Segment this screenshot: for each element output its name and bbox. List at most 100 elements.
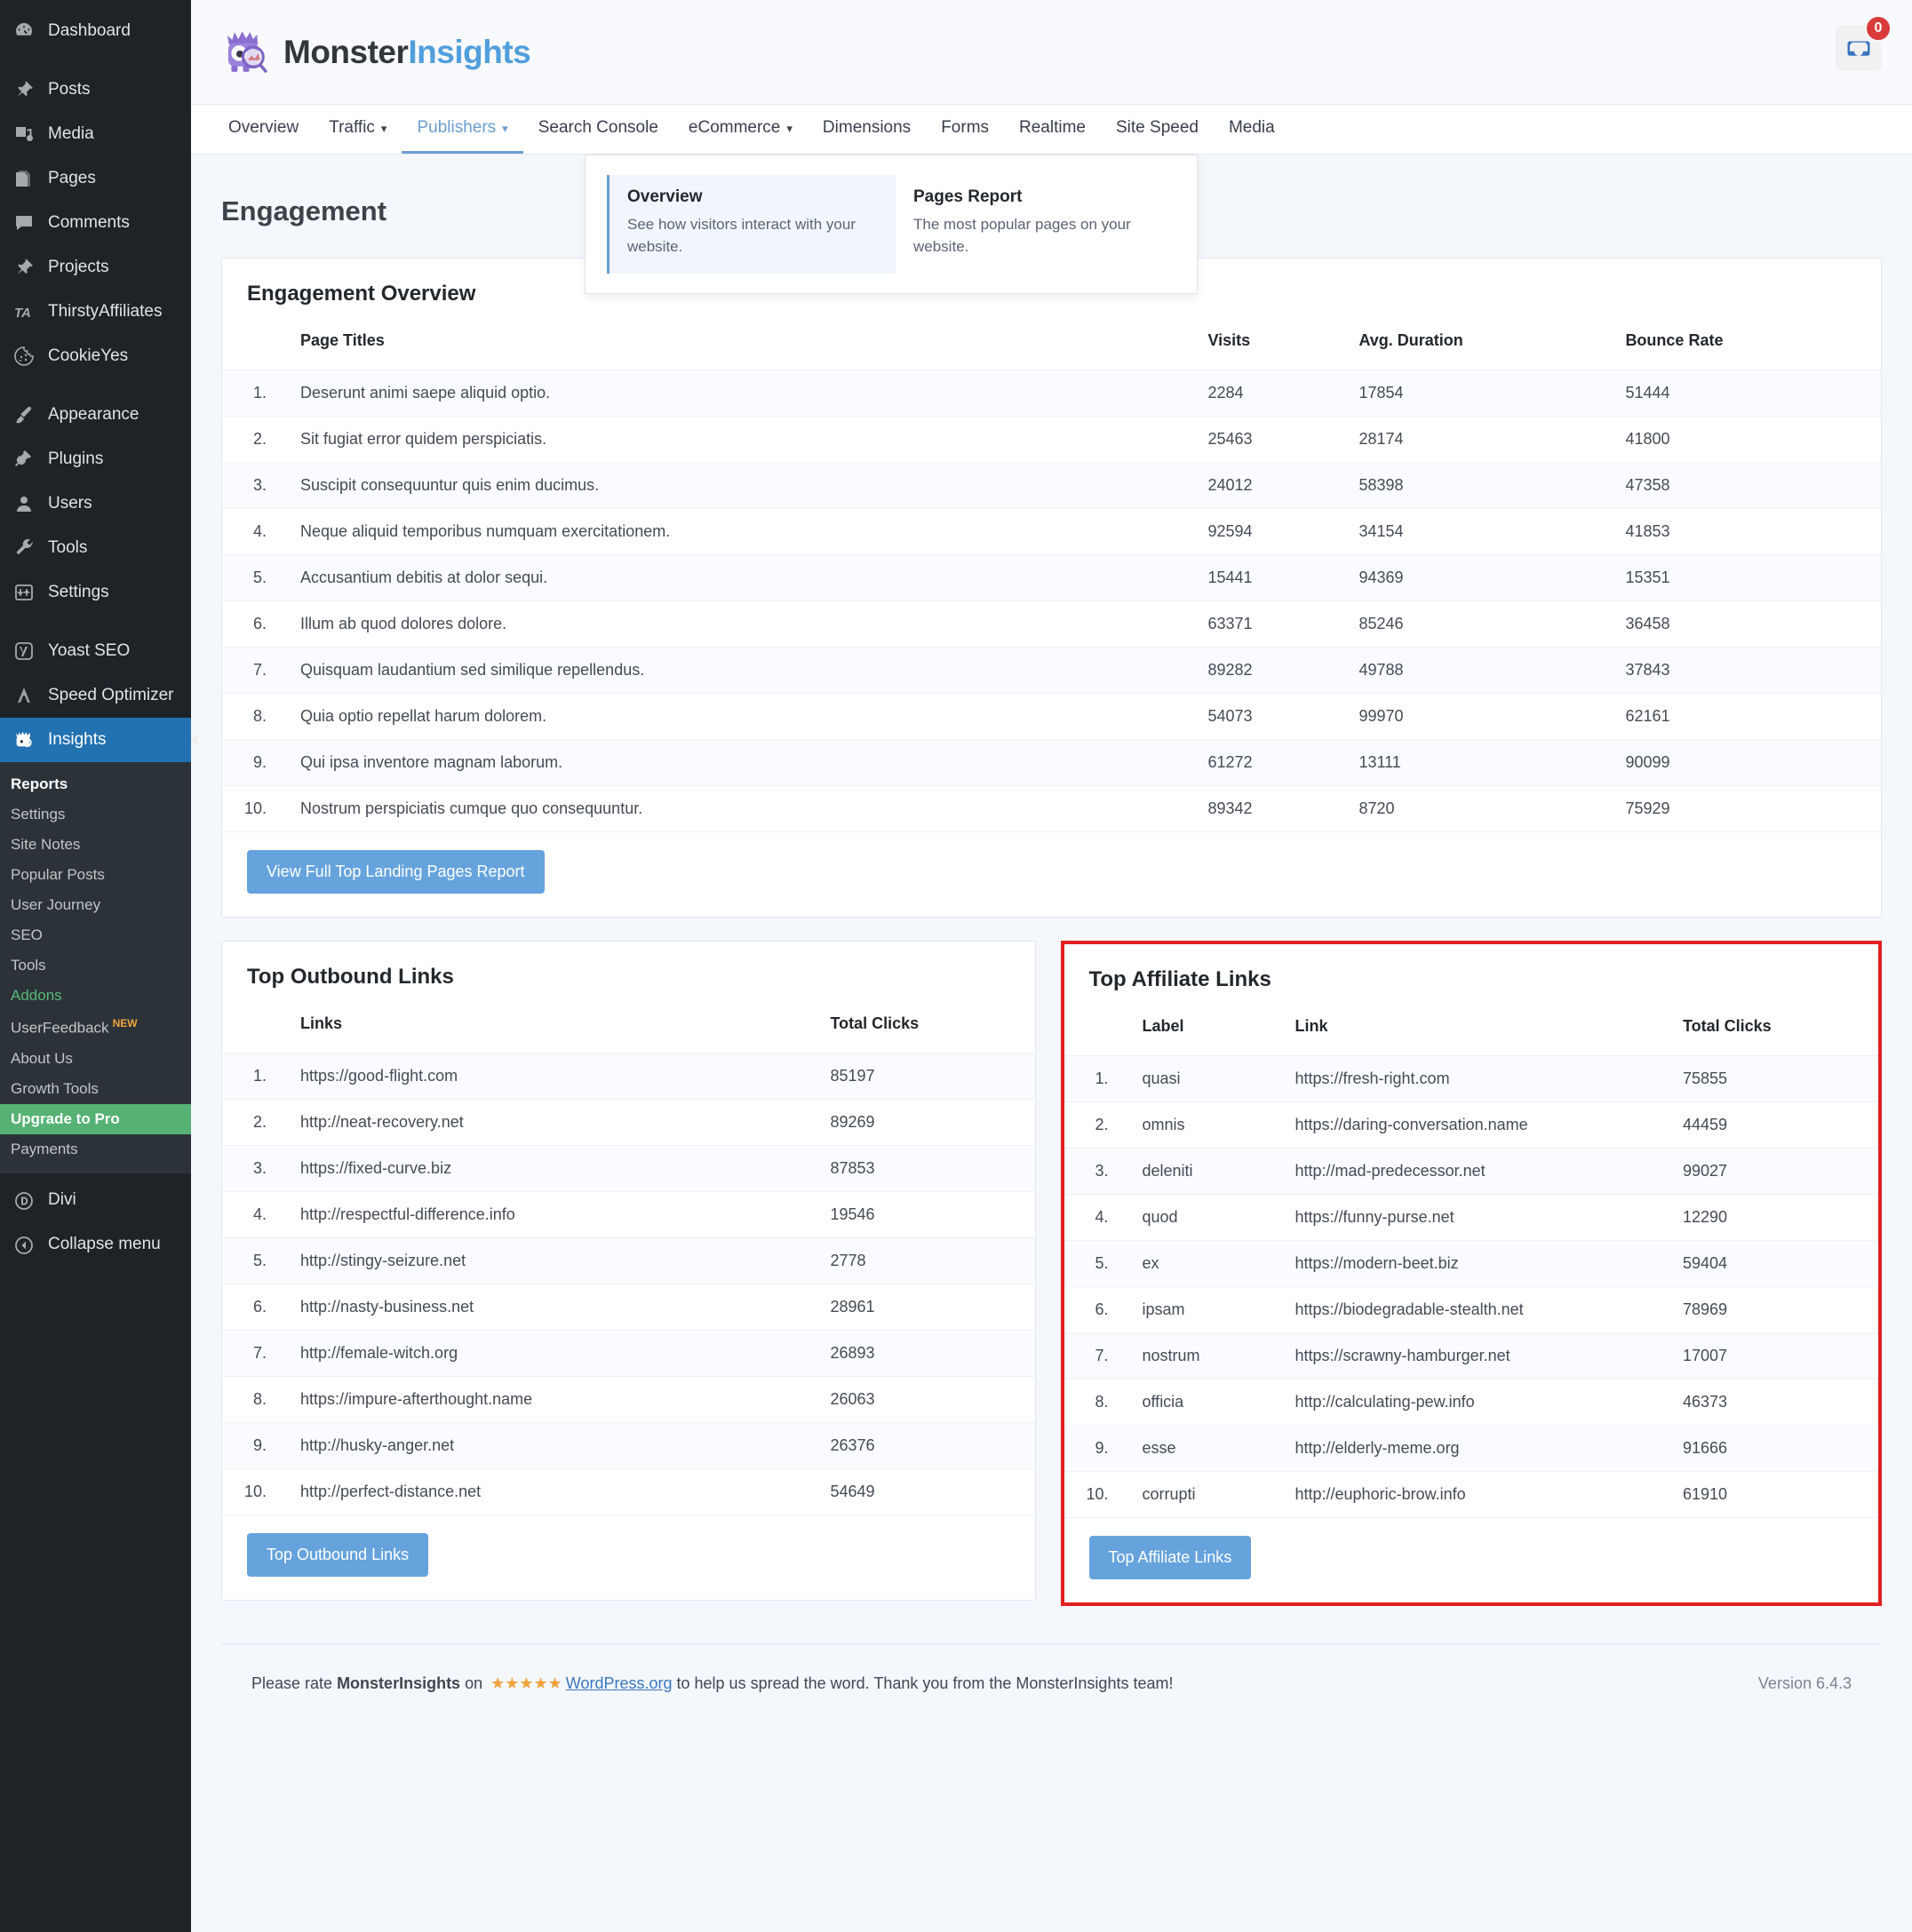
submenu-item-growth-tools[interactable]: Growth Tools (0, 1074, 191, 1104)
brand-first: Monster (283, 33, 409, 70)
tab-site-speed[interactable]: Site Speed (1101, 105, 1214, 154)
avg-duration-cell: 85246 (1350, 600, 1617, 648)
notifications-button[interactable]: 0 (1836, 15, 1892, 71)
row-index: 5. (222, 554, 275, 601)
submenu-item-label: Upgrade to Pro (11, 1109, 120, 1127)
sidebar-item-divi[interactable]: Divi (0, 1179, 191, 1223)
submenu-item-userfeedback[interactable]: UserFeedback NEW (0, 1011, 191, 1044)
link-cell: http://stingy-seizure.net (275, 1237, 822, 1284)
submenu-item-upgrade-to-pro[interactable]: Upgrade to Pro (0, 1103, 191, 1134)
sidebar-item-plugins[interactable]: Plugins (0, 437, 191, 481)
dropdown-item-overview[interactable]: Overview See how visitors interact with y… (607, 175, 896, 274)
top-outbound-links-button[interactable]: Top Outbound Links (247, 1533, 429, 1577)
avg-duration-cell: 17854 (1350, 370, 1617, 417)
table-row: 1. https://good-flight.com 85197 (222, 1053, 1035, 1100)
page-title-cell: Suscipit consequuntur quis enim ducimus. (275, 462, 1199, 509)
total-clicks-cell: 78969 (1674, 1286, 1878, 1333)
submenu-item-label: User Journey (11, 896, 101, 913)
total-clicks-cell: 19546 (821, 1191, 1035, 1238)
sidebar-item-dashboard[interactable]: Dashboard (0, 9, 191, 53)
submenu-item-popular-posts[interactable]: Popular Posts (0, 860, 191, 890)
tab-traffic[interactable]: Traffic ▾ (314, 105, 402, 154)
submenu-item-reports[interactable]: Reports (0, 769, 191, 799)
svg-text:TA: TA (14, 306, 31, 321)
sidebar-item-media[interactable]: Media (0, 112, 191, 156)
submenu-item-site-notes[interactable]: Site Notes (0, 830, 191, 860)
sidebar-item-cookieyes[interactable]: CookieYes (0, 334, 191, 378)
table-header-row: Label Link Total Clicks (1064, 1010, 1879, 1056)
sidebar-item-appearance[interactable]: Appearance (0, 393, 191, 437)
sidebar-item-projects[interactable]: Projects (0, 245, 191, 290)
link-cell: http://female-witch.org (275, 1330, 822, 1377)
sidebar-item-label: Projects (48, 257, 109, 276)
row-index: 6. (222, 600, 275, 648)
star-rating-icon[interactable]: ★★★★★ (490, 1674, 562, 1692)
label-cell: corrupti (1117, 1471, 1287, 1517)
submenu-item-user-journey[interactable]: User Journey (0, 890, 191, 920)
links-columns: Top Outbound Links Links Total Clicks 1. h… (221, 941, 1882, 1624)
sidebar-item-settings[interactable]: Settings (0, 570, 191, 615)
tab-label: Site Speed (1116, 118, 1199, 137)
column-header: Visits (1207, 331, 1251, 349)
top-affiliate-links-button[interactable]: Top Affiliate Links (1088, 1536, 1252, 1579)
dropdown-item-pages-report[interactable]: Pages Report The most popular pages on yo… (896, 175, 1184, 274)
sidebar-item-tools[interactable]: Tools (0, 526, 191, 570)
wordpress-org-link[interactable]: WordPress.org (566, 1674, 673, 1692)
sidebar-item-comments[interactable]: Comments (0, 201, 191, 245)
visits-cell: 2284 (1199, 370, 1350, 417)
tab-overview[interactable]: Overview (221, 105, 314, 154)
submenu-item-settings[interactable]: Settings (0, 799, 191, 830)
sidebar-item-pages[interactable]: Pages (0, 156, 191, 201)
sidebar-item-label: Plugins (48, 449, 104, 468)
view-full-top-landing-pages-report-button[interactable]: View Full Top Landing Pages Report (247, 850, 545, 894)
visits-cell: 15441 (1199, 554, 1350, 601)
link-cell: https://biodegradable-stealth.net (1286, 1286, 1674, 1333)
sidebar-item-posts[interactable]: Posts (0, 68, 191, 112)
link-cell: https://funny-purse.net (1286, 1194, 1674, 1241)
total-clicks-cell: 12290 (1674, 1194, 1878, 1241)
speed-icon (12, 684, 36, 707)
sidebar-item-thirstyaffiliates[interactable]: TA ThirstyAffiliates (0, 290, 191, 334)
submenu-item-addons[interactable]: Addons (0, 981, 191, 1011)
sidebar-item-collapse-menu[interactable]: Collapse menu (0, 1223, 191, 1268)
sidebar-item-insights[interactable]: Insights (0, 718, 198, 762)
label-cell: officia (1117, 1379, 1287, 1426)
submenu-item-tools[interactable]: Tools (0, 950, 191, 981)
column-header: Page Titles (300, 331, 385, 349)
table-row: 7. Quisquam laudantium sed similique repe… (222, 647, 1881, 694)
sidebar-item-users[interactable]: Users (0, 481, 191, 526)
column-header: Total Clicks (1683, 1017, 1772, 1035)
label-cell: ex (1117, 1240, 1287, 1287)
submenu-item-label: Site Notes (11, 836, 81, 853)
table-row: 2. Sit fugiat error quidem perspiciatis. 2… (222, 416, 1881, 463)
top-affiliate-links-title: Top Affiliate Links (1088, 967, 1271, 991)
link-cell: http://neat-recovery.net (275, 1099, 822, 1146)
visits-cell: 25463 (1199, 416, 1350, 463)
sidebar-item-label: Users (48, 493, 92, 513)
submenu-item-about-us[interactable]: About Us (0, 1044, 191, 1074)
sidebar-item-yoast-seo[interactable]: Yoast SEO (0, 629, 191, 673)
monster-icon (12, 728, 36, 751)
monsterinsights-page: MonsterInsights 0 Overview Traffic ▾ Publis… (191, 0, 1912, 1932)
chevron-down-icon: ▾ (786, 121, 793, 135)
tab-realtime[interactable]: Realtime (1004, 105, 1101, 154)
tab-publishers[interactable]: Publishers ▾ (402, 105, 523, 154)
total-clicks-cell: 2778 (821, 1237, 1035, 1284)
tab-media[interactable]: Media (1214, 105, 1290, 154)
row-index: 1. (222, 1053, 275, 1100)
tab-label: Realtime (1019, 118, 1086, 137)
row-index: 2. (222, 416, 275, 463)
submenu-item-seo[interactable]: SEO (0, 920, 191, 950)
tab-dimensions[interactable]: Dimensions (808, 105, 926, 154)
link-cell: http://perfect-distance.net (275, 1468, 822, 1515)
main-content-area: MonsterInsights 0 Overview Traffic ▾ Publis… (191, 0, 1912, 1932)
row-index: 3. (1064, 1148, 1118, 1195)
row-index: 10. (1064, 1471, 1118, 1517)
link-cell: http://euphoric-brow.info (1286, 1471, 1674, 1517)
tab-ecommerce[interactable]: eCommerce ▾ (673, 105, 808, 154)
tab-forms[interactable]: Forms (926, 105, 1004, 154)
sidebar-item-speed-optimizer[interactable]: Speed Optimizer (0, 673, 191, 718)
submenu-item-payments[interactable]: Payments (0, 1134, 191, 1165)
tab-search-console[interactable]: Search Console (523, 105, 673, 154)
link-cell: https://good-flight.com (275, 1053, 822, 1100)
